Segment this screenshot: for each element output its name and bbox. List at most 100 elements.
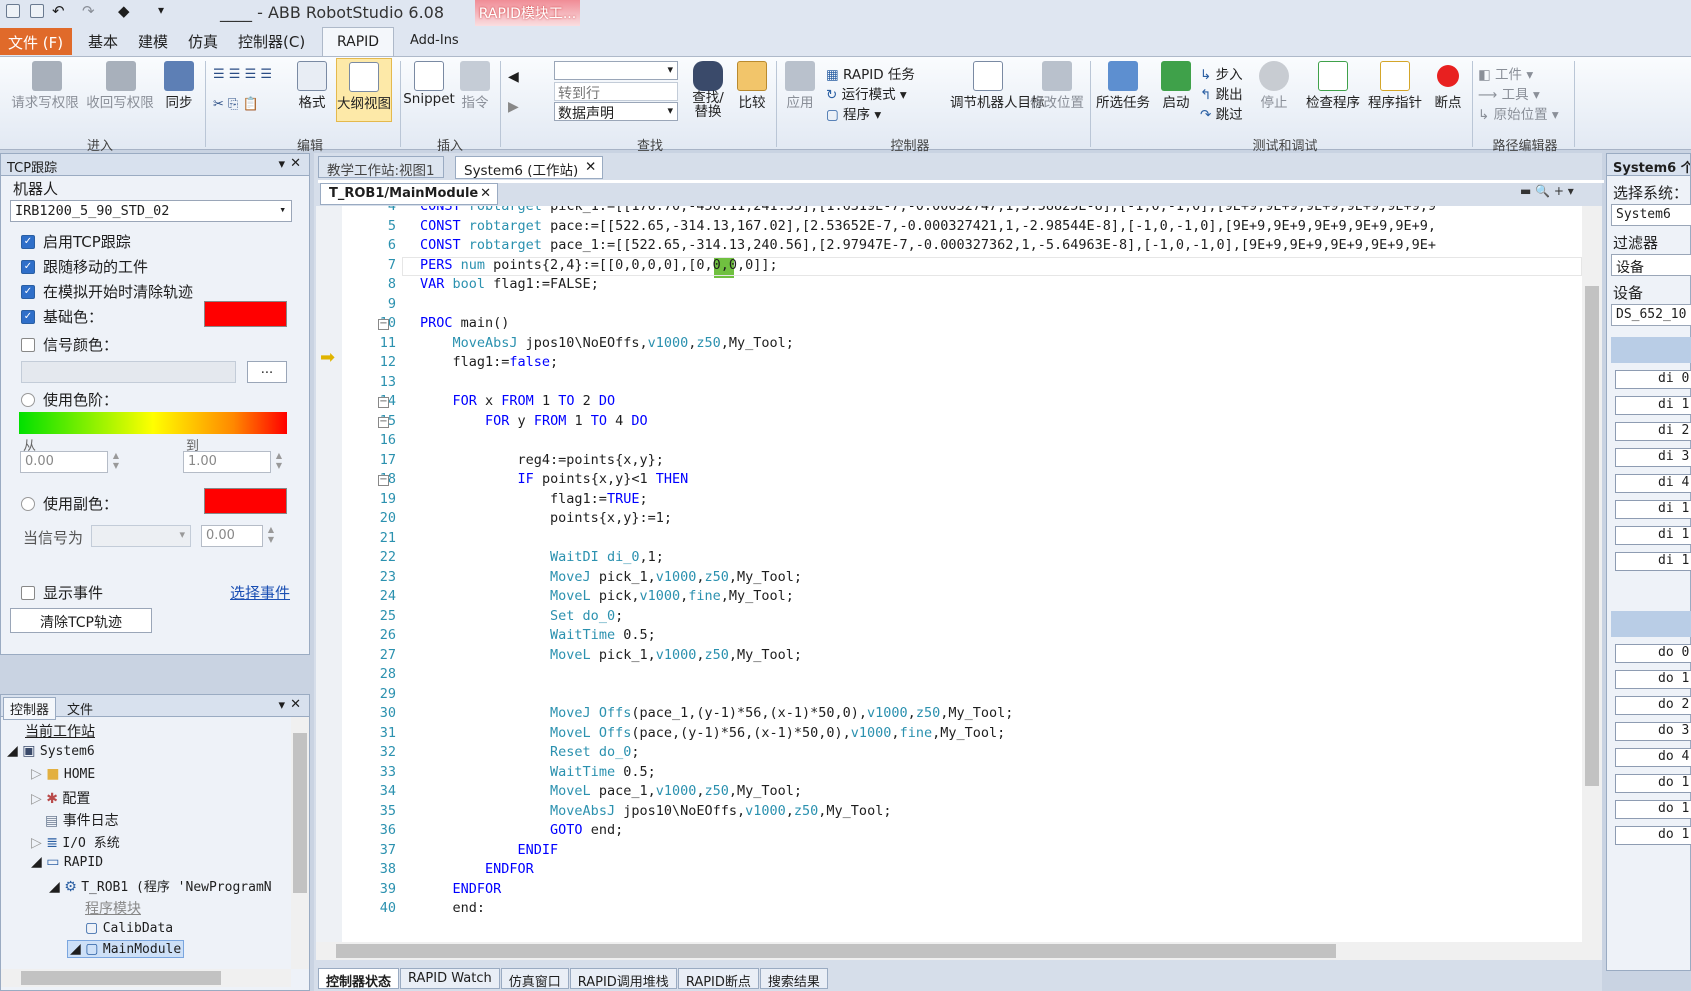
enable-tcp-checkbox[interactable]: ✓ xyxy=(21,235,35,249)
code-vscrollbar-thumb[interactable] xyxy=(1585,286,1599,786)
di-signal-button[interactable]: di 1 xyxy=(1615,500,1691,519)
tab-file-pane[interactable]: 文件 xyxy=(61,698,99,719)
tab-rapid[interactable]: RAPID xyxy=(322,27,395,57)
goto-line-input[interactable]: 转到行 xyxy=(554,82,678,102)
from-input[interactable]: 0.00 xyxy=(20,451,108,473)
clipboard-icons[interactable]: ✂ ⎘ 📋 xyxy=(213,97,283,112)
indent-icons[interactable]: ☰ ☰ ☰ ☰ xyxy=(213,67,283,82)
home-node[interactable]: ▷ ■ HOME xyxy=(31,766,95,782)
signal-browse-button[interactable]: ... xyxy=(247,361,287,383)
stop-button[interactable]: 停止 xyxy=(1256,61,1292,111)
breakpoint-button[interactable]: 断点 xyxy=(1430,61,1466,111)
base-color-checkbox[interactable]: ✓ xyxy=(21,310,35,324)
run-mode-button[interactable]: ↻ 运行模式 ▾ xyxy=(826,83,907,103)
di-signal-button[interactable]: di 2 xyxy=(1615,422,1691,441)
code-vscrollbar[interactable] xyxy=(1582,206,1602,942)
tree-hscrollbar-thumb[interactable] xyxy=(21,971,221,985)
tab-system6[interactable]: System6 (工作站) ✕ xyxy=(455,156,604,179)
rapid-task-button[interactable]: ▦ RAPID 任务 xyxy=(826,63,915,83)
secondary-color-swatch[interactable] xyxy=(204,488,287,514)
home-pos-button[interactable]: ↳ 原始位置 ▾ xyxy=(1478,103,1559,123)
bottom-tab[interactable]: RAPID Watch xyxy=(400,968,500,989)
sync-button[interactable]: 同步 xyxy=(160,61,198,111)
release-write-button[interactable]: 收回写权限 xyxy=(84,61,156,111)
format-button[interactable]: 格式 xyxy=(292,61,332,111)
do-signal-button[interactable]: do 1 xyxy=(1615,774,1691,793)
event-log-node[interactable]: ▤ 事件日志 xyxy=(45,810,119,830)
editor-toolbar-icons[interactable]: ▬ 🔍 + ▾ xyxy=(1520,184,1574,198)
bottom-tab[interactable]: 控制器状态 xyxy=(318,968,400,990)
request-write-button[interactable]: 请求写权限 xyxy=(6,61,84,111)
do-signal-button[interactable]: do 4 xyxy=(1615,748,1691,767)
fold-toggle-icon[interactable]: − xyxy=(378,319,389,330)
bottom-tab[interactable]: RAPID断点 xyxy=(677,968,759,990)
select-events-link[interactable]: 选择事件 xyxy=(230,582,290,603)
find-combo[interactable]: ▾ xyxy=(554,61,678,80)
adjust-targets-button[interactable]: 调节机器人目标 xyxy=(950,61,1045,111)
do-signal-button[interactable]: do 2 xyxy=(1615,696,1691,715)
data-declaration-select[interactable]: 数据声明 ▾ xyxy=(554,102,678,122)
modify-position-button[interactable]: 修改位置 xyxy=(1028,61,1086,111)
find-replace-button[interactable]: 查找/ 替换 xyxy=(686,61,730,119)
di-signal-button[interactable]: di 0 xyxy=(1615,370,1691,389)
program-pointer-button[interactable]: 程序指针 xyxy=(1366,61,1424,111)
compare-button[interactable]: 比较 xyxy=(734,61,770,111)
tab-controller-pane[interactable]: 控制器 xyxy=(3,697,57,720)
tab-simulation[interactable]: 仿真 xyxy=(178,28,228,54)
check-program-button[interactable]: 检查程序 xyxy=(1304,61,1362,111)
forward-icon[interactable]: ▶ xyxy=(508,99,519,115)
tab-station-view[interactable]: 教学工作站:视图1 xyxy=(318,156,444,179)
di-signal-button[interactable]: di 3 xyxy=(1615,448,1691,467)
tab-file[interactable]: 文件 (F) xyxy=(0,28,72,55)
quick-access-menu-icon[interactable]: ▾ xyxy=(158,3,164,17)
tab-modeling[interactable]: 建模 xyxy=(128,28,178,54)
back-icon[interactable]: ◀ xyxy=(508,69,519,85)
tab-basic[interactable]: 基本 xyxy=(78,28,128,54)
tree-scrollbar[interactable] xyxy=(291,717,309,969)
io-node[interactable]: ▷ ≣ I/O 系统 xyxy=(31,832,120,851)
di-signal-button[interactable]: di 1 xyxy=(1615,526,1691,545)
clear-tcp-button[interactable]: 清除TCP轨迹 xyxy=(10,608,152,633)
config-node[interactable]: ▷ ✱ 配置 xyxy=(31,788,90,808)
program-modules-node[interactable]: 程序模块 xyxy=(85,898,141,918)
close-icon[interactable]: ✕ xyxy=(290,156,301,171)
pin-icon[interactable]: ▾ xyxy=(278,157,285,172)
code-hscrollbar-thumb[interactable] xyxy=(336,944,1336,958)
bottom-tab[interactable]: RAPID调用堆栈 xyxy=(569,968,677,990)
close-icon[interactable]: ✕ xyxy=(585,159,596,175)
do-signal-button[interactable]: do 1 xyxy=(1615,800,1691,819)
signal-value-select[interactable]: ▾ xyxy=(91,525,191,547)
program-button[interactable]: ▢ 程序 ▾ xyxy=(826,103,881,123)
tree-hscrollbar[interactable] xyxy=(1,969,291,987)
di-signal-button[interactable]: di 4 xyxy=(1615,474,1691,493)
tab-controller[interactable]: 控制器(C) xyxy=(228,28,315,54)
robot-select[interactable]: IRB1200_5_90_STD_02 ▾ xyxy=(10,200,292,222)
close-icon[interactable]: ✕ xyxy=(290,697,301,712)
bottom-tab[interactable]: 仿真窗口 xyxy=(500,968,569,990)
tab-addins[interactable]: Add-Ins xyxy=(400,30,469,56)
trob-node[interactable]: ◢ ⚙ T_ROB1 (程序 'NewProgramN xyxy=(49,876,284,895)
outline-view-button[interactable]: 大纲视图 xyxy=(336,58,392,122)
device-select[interactable]: DS_652_10 xyxy=(1611,304,1691,326)
clear-on-start-checkbox[interactable]: ✓ xyxy=(21,285,35,299)
follow-workobject-checkbox[interactable]: ✓ xyxy=(21,260,35,274)
signal-input[interactable] xyxy=(21,361,236,383)
mainmodule-node[interactable]: ◢ ▢ MainModule xyxy=(67,940,185,958)
to-stepper[interactable]: ▲ ▼ xyxy=(272,451,286,473)
tool-button[interactable]: ⟶ 工具 ▾ xyxy=(1478,83,1540,103)
secondary-color-radio[interactable] xyxy=(21,497,35,511)
do-signal-button[interactable]: do 3 xyxy=(1615,722,1691,741)
bottom-tab[interactable]: 搜索结果 xyxy=(759,968,828,990)
signal-value-stepper[interactable]: ▲ ▼ xyxy=(264,525,278,547)
snippet-button[interactable]: Snippet xyxy=(403,61,455,107)
to-input[interactable]: 1.00 xyxy=(183,451,271,473)
from-stepper[interactable]: ▲ ▼ xyxy=(109,451,123,473)
start-button[interactable]: 启动 xyxy=(1158,61,1194,111)
base-color-swatch[interactable] xyxy=(204,301,287,327)
di-signal-button[interactable]: di 1 xyxy=(1615,552,1691,571)
calibdata-node[interactable]: ▢ CalibData xyxy=(85,920,173,936)
show-events-checkbox[interactable] xyxy=(21,586,35,600)
code-editor[interactable]: ➡ 4 CONST robtarget pick_1:=[[170.70,-456… xyxy=(316,206,1582,942)
customize-icon[interactable]: ◆ xyxy=(118,2,130,20)
fold-toggle-icon[interactable]: − xyxy=(378,475,389,486)
